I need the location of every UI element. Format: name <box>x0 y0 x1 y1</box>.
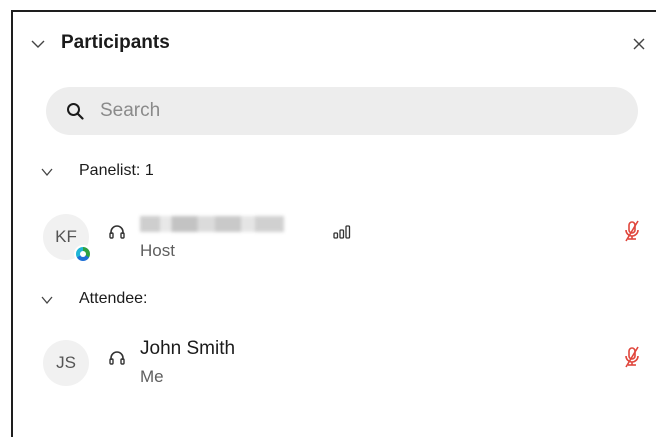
participant-name-redacted <box>140 216 284 232</box>
avatar-initials: JS <box>56 353 76 372</box>
headset-icon <box>109 225 125 239</box>
section-header-attendee[interactable]: Attendee: <box>13 288 313 312</box>
participant-role: Me <box>140 367 164 386</box>
participant-role: Host <box>140 241 175 260</box>
mic-muted-icon[interactable] <box>623 220 641 242</box>
participants-panel: Participants Panelist: 1 KF Host <box>11 10 656 437</box>
participant-name: John Smith <box>140 338 236 359</box>
status-badge-icon <box>74 245 92 263</box>
search-box[interactable] <box>46 87 638 135</box>
section-chevron-icon <box>41 296 53 305</box>
section-chevron-icon <box>41 168 53 177</box>
headset-icon <box>109 351 125 365</box>
section-label: Panelist: 1 <box>79 162 154 179</box>
panel-header: Participants <box>13 12 656 82</box>
section-header-panelist[interactable]: Panelist: 1 <box>13 160 313 184</box>
participant-row[interactable]: JS John Smith Me <box>13 332 653 394</box>
signal-strength-icon <box>333 225 351 239</box>
search-icon <box>67 103 84 120</box>
close-icon[interactable] <box>633 38 645 50</box>
search-input[interactable] <box>100 97 620 125</box>
panel-title: Participants <box>61 32 170 53</box>
participant-row[interactable]: KF Host <box>13 206 653 268</box>
collapse-chevron-icon[interactable] <box>31 37 45 51</box>
avatar-initials: KF <box>55 227 77 246</box>
section-label: Attendee: <box>79 290 148 307</box>
avatar: JS <box>43 340 89 386</box>
mic-muted-icon[interactable] <box>623 346 641 368</box>
